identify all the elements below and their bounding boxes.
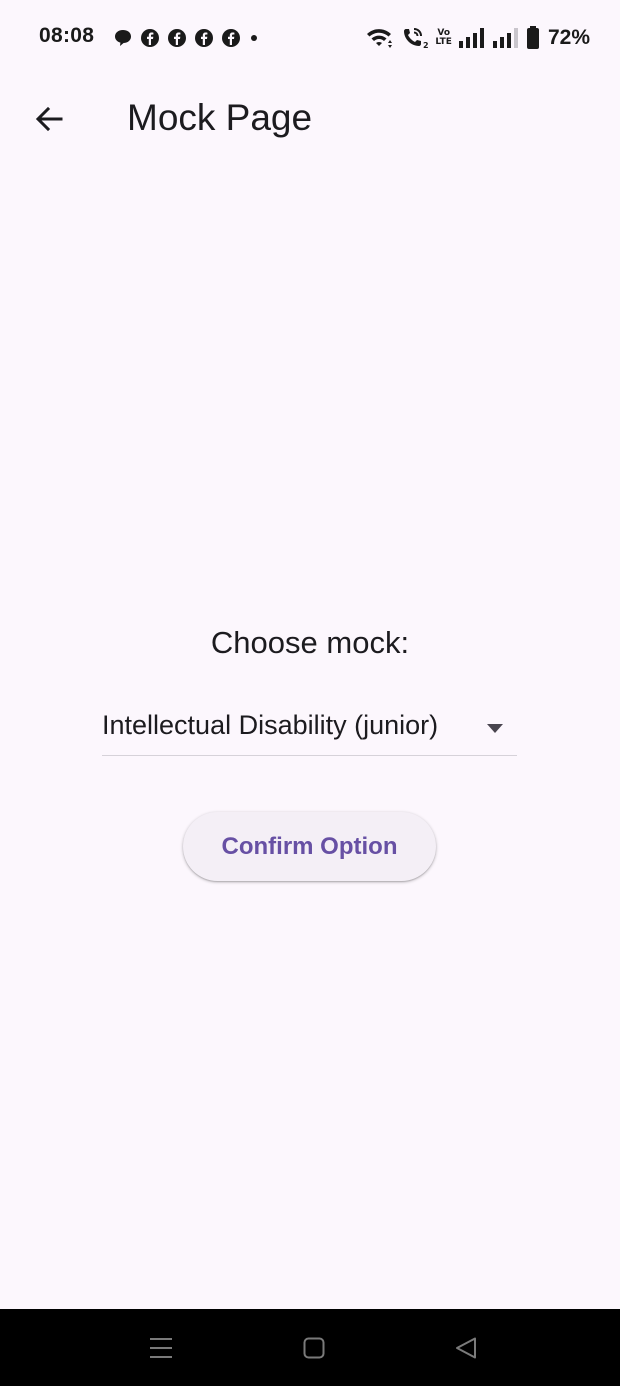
battery-percent: 72% [547,26,590,49]
arrow-back-icon [35,106,63,132]
wifi-icon [367,29,393,48]
svg-text:2: 2 [423,41,429,50]
triangle-back-icon [456,1337,476,1359]
home-button[interactable] [299,1333,329,1363]
home-square-icon [303,1337,325,1359]
status-bar: 08:08 2 Vo LTE 72% [0,0,620,76]
chat-bubble-icon [115,30,131,46]
facebook-icon [141,29,159,47]
choose-mock-label: Choose mock: [210,625,410,660]
recent-apps-button[interactable] [146,1333,176,1363]
volte-label-bottom: LTE [435,37,452,47]
notification-icons [113,27,260,49]
volte-indicator: Vo LTE [435,29,452,47]
signal-strength-icon-sim2 [492,28,518,48]
facebook-icon [168,29,186,47]
dropdown-selected-value: Intellectual Disability (junior) [102,710,439,740]
wifi-calling-icon: 2 [404,28,429,50]
menu-lines-icon [150,1338,172,1358]
facebook-icon [195,29,213,47]
dot-icon [251,35,257,41]
back-nav-button[interactable] [451,1333,481,1363]
facebook-icon [222,29,240,47]
battery-icon [526,26,539,49]
page-title: Mock Page [127,97,313,138]
signal-strength-icon [458,28,484,48]
mock-dropdown[interactable]: Intellectual Disability (junior) [102,700,517,756]
navigation-bar [0,1309,620,1386]
back-button[interactable] [26,96,72,142]
arrow-drop-down-icon [487,724,503,733]
confirm-option-button[interactable]: Confirm Option [183,812,436,881]
system-icons: 2 Vo LTE 72% [365,24,590,52]
app-bar: Mock Page [0,76,620,160]
status-time: 08:08 [39,24,95,47]
